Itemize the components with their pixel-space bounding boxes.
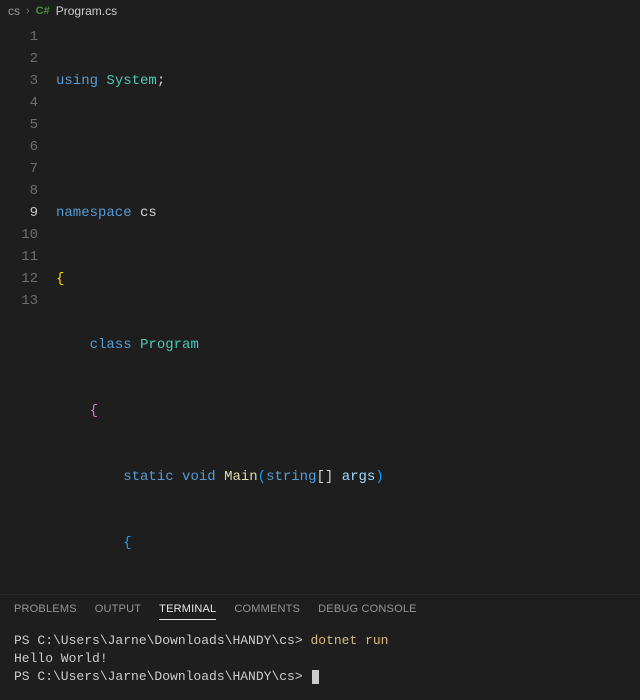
line-number: 2 [0, 48, 38, 70]
code-line[interactable]: { [56, 268, 640, 290]
bracket-open: [ [317, 469, 325, 485]
panel-tabs: PROBLEMS OUTPUT TERMINAL COMMENTS DEBUG … [0, 595, 640, 626]
paren-open: ( [258, 469, 266, 485]
terminal-output[interactable]: PS C:\Users\Jarne\Downloads\HANDY\cs> do… [0, 626, 640, 700]
line-number: 8 [0, 180, 38, 202]
identifier-system: System [106, 73, 156, 89]
keyword-using: using [56, 73, 98, 89]
terminal-command: dotnet run [310, 633, 388, 648]
breadcrumb-filename[interactable]: Program.cs [56, 4, 117, 18]
keyword-void: void [182, 469, 216, 485]
bottom-panel: PROBLEMS OUTPUT TERMINAL COMMENTS DEBUG … [0, 594, 640, 700]
code-editor[interactable]: 1 2 3 4 5 6 7 8 9 10 11 12 13 using Syst… [0, 22, 640, 594]
parameter-args: args [342, 469, 376, 485]
tab-debug-console[interactable]: DEBUG CONSOLE [318, 603, 417, 620]
semicolon: ; [157, 73, 165, 89]
line-number-current: 9 [0, 202, 38, 224]
keyword-static: static [123, 469, 173, 485]
class-program: Program [140, 337, 199, 353]
paren-close: ) [375, 469, 383, 485]
code-line[interactable]: using System; [56, 70, 640, 92]
line-number: 4 [0, 92, 38, 114]
line-number: 12 [0, 268, 38, 290]
method-main: Main [224, 469, 258, 485]
code-line[interactable]: class Program [56, 334, 640, 356]
line-number: 7 [0, 158, 38, 180]
keyword-namespace: namespace [56, 205, 132, 221]
line-number: 6 [0, 136, 38, 158]
line-number: 5 [0, 114, 38, 136]
code-line[interactable]: static void Main(string[] args) [56, 466, 640, 488]
terminal-prompt-path: C:\Users\Jarne\Downloads\HANDY\cs> [37, 669, 302, 684]
terminal-output-line: Hello World! [14, 651, 108, 666]
code-line[interactable] [56, 136, 640, 158]
tab-problems[interactable]: PROBLEMS [14, 603, 77, 620]
breadcrumb[interactable]: cs › C# Program.cs [0, 0, 640, 22]
line-number: 10 [0, 224, 38, 246]
terminal-prompt-prefix: PS [14, 633, 37, 648]
terminal-prompt-prefix: PS [14, 669, 37, 684]
line-number: 13 [0, 290, 38, 312]
chevron-right-icon: › [26, 5, 30, 17]
line-number-gutter: 1 2 3 4 5 6 7 8 9 10 11 12 13 [0, 22, 56, 594]
code-line[interactable]: { [56, 532, 640, 554]
tab-output[interactable]: OUTPUT [95, 603, 141, 620]
line-number: 11 [0, 246, 38, 268]
tab-comments[interactable]: COMMENTS [234, 603, 300, 620]
keyword-string: string [266, 469, 316, 485]
brace-open: { [90, 403, 98, 419]
keyword-class: class [90, 337, 132, 353]
code-line[interactable]: { [56, 400, 640, 422]
identifier-cs: cs [140, 205, 157, 221]
bracket-close: ] [325, 469, 333, 485]
terminal-cursor-icon [312, 670, 319, 684]
code-line[interactable]: namespace cs [56, 202, 640, 224]
line-number: 1 [0, 26, 38, 48]
brace-open: { [56, 271, 64, 287]
terminal-prompt-path: C:\Users\Jarne\Downloads\HANDY\cs> [37, 633, 302, 648]
breadcrumb-folder[interactable]: cs [8, 4, 20, 18]
line-number: 3 [0, 70, 38, 92]
brace-open: { [123, 535, 131, 551]
tab-terminal[interactable]: TERMINAL [159, 603, 216, 620]
code-area[interactable]: using System; namespace cs { class Progr… [56, 22, 640, 594]
csharp-file-icon: C# [36, 5, 50, 17]
